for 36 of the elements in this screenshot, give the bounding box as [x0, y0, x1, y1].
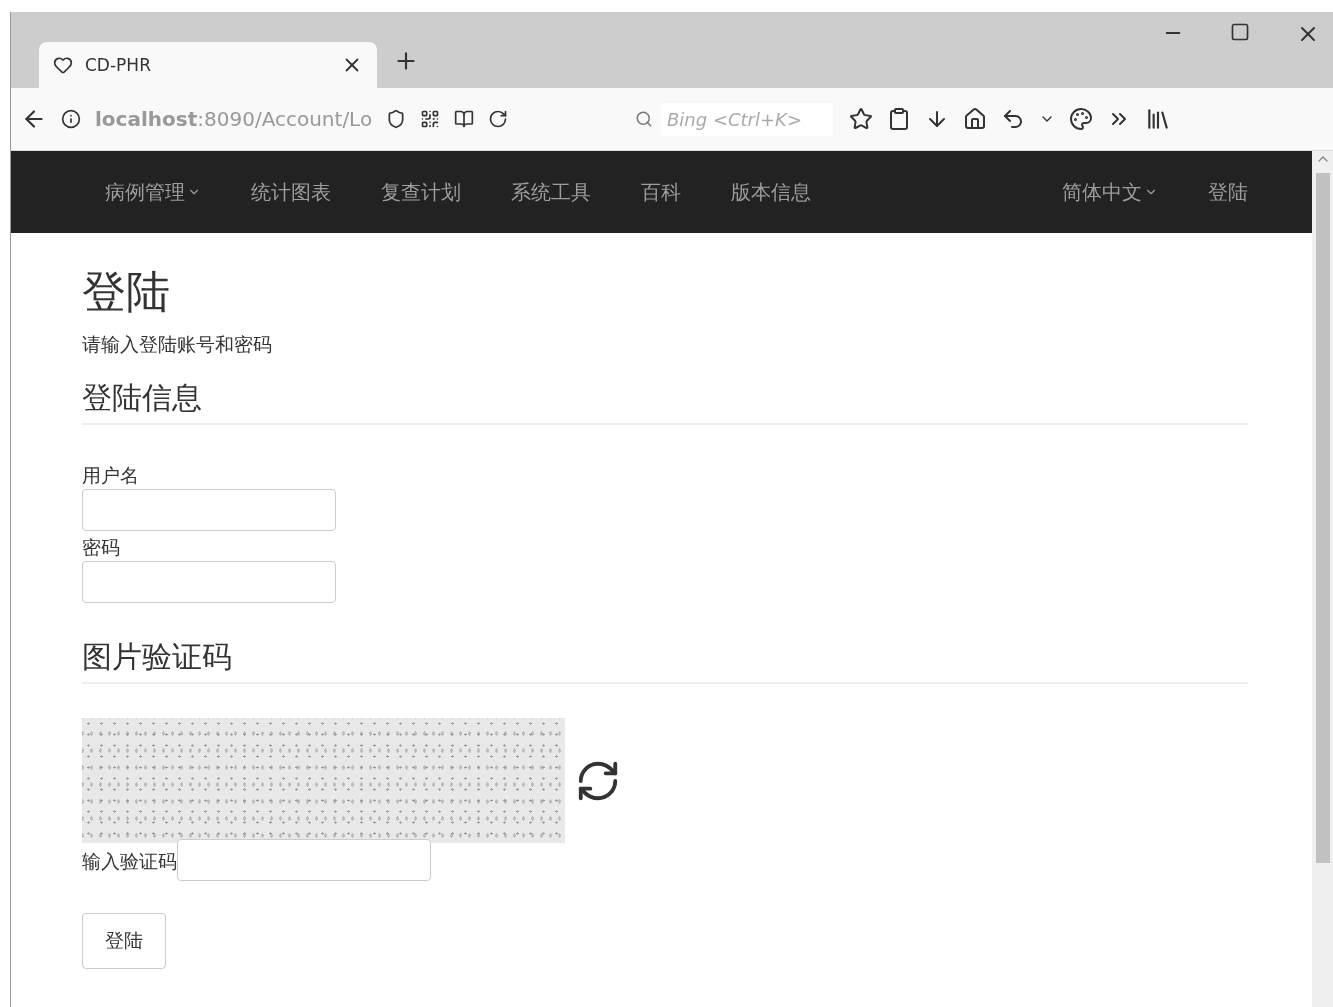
nav-link[interactable]: 系统工具 [511, 178, 591, 206]
home-icon[interactable] [963, 107, 987, 131]
tab-title: CD-PHR [85, 55, 152, 75]
nav-link[interactable]: 统计图表 [251, 178, 331, 206]
nav-link[interactable]: 版本信息 [731, 178, 811, 206]
page-subtitle: 请输入登陆账号和密码 [82, 332, 273, 357]
reload-icon[interactable] [488, 109, 509, 129]
nav-link[interactable]: 简体中文 [1062, 178, 1158, 206]
input-field[interactable] [177, 839, 431, 881]
field-label: 密码 [82, 535, 121, 560]
input-field[interactable] [82, 489, 336, 531]
section-heading: 登陆信息 [82, 378, 1248, 425]
nav-link[interactable]: 病例管理 [105, 178, 201, 206]
field-label: 用户名 [82, 463, 140, 488]
palette-icon[interactable] [1069, 107, 1093, 131]
nav-link[interactable]: 登陆 [1208, 178, 1248, 206]
page-title: 登陆 [82, 265, 171, 319]
library-icon[interactable] [1145, 106, 1171, 132]
browser-tab[interactable]: CD-PHR [39, 42, 377, 88]
qr-code-icon[interactable] [420, 109, 441, 129]
heart-icon [53, 55, 73, 75]
input-field[interactable] [82, 561, 336, 603]
search-icon [635, 110, 653, 128]
nav-link[interactable]: 百科 [641, 178, 681, 206]
shield-icon[interactable] [386, 109, 407, 129]
star-icon[interactable] [849, 107, 873, 131]
clipboard-icon[interactable] [887, 107, 911, 131]
login-button[interactable]: 登陆 [82, 913, 166, 969]
nav-link[interactable]: 复查计划 [381, 178, 461, 206]
section-heading: 图片验证码 [82, 637, 1248, 684]
book-icon[interactable] [454, 109, 475, 129]
info-icon[interactable] [61, 109, 81, 129]
undo-icon[interactable] [1001, 107, 1025, 131]
field-label: 输入验证码 [82, 849, 177, 874]
search-field[interactable]: Bing <Ctrl+K> [661, 102, 833, 136]
url-text: localhost:8090/Account/Lo [95, 107, 373, 131]
